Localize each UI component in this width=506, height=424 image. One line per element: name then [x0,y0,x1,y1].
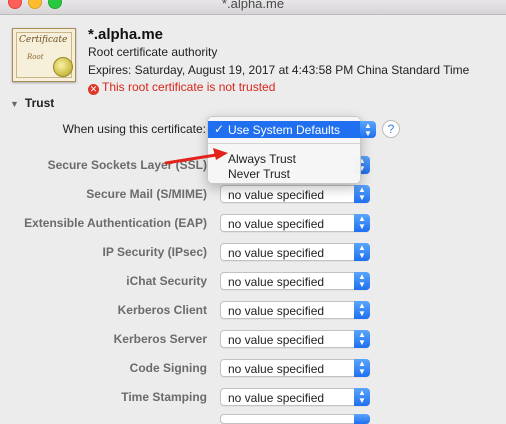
row-label-kerberos-server: Kerberos Server [113,332,207,346]
menu-item-never-trust[interactable]: Never Trust [208,165,360,182]
row-label-ichat: iChat Security [126,274,207,288]
stepper-icon: ▲ ▼ [354,214,370,232]
window-title: *.alpha.me [221,0,285,11]
checkmark-icon: ✓ [214,122,225,136]
smime-select[interactable]: no value specified ▲ ▼ [220,185,370,203]
stepper-icon: ▲ ▼ [360,121,376,138]
next-select-partial[interactable] [220,414,370,424]
stepper-icon: ▲ ▼ [354,301,370,319]
seal-icon [53,57,73,77]
eap-select[interactable]: no value specified ▲ ▼ [220,214,370,232]
help-button[interactable]: ? [382,120,400,138]
time-stamping-select[interactable]: no value specified ▲ ▼ [220,388,370,406]
row-label-ssl: Secure Sockets Layer (SSL) [47,158,207,172]
kerberos-client-select[interactable]: no value specified ▲ ▼ [220,301,370,319]
kerberos-server-select[interactable]: no value specified ▲ ▼ [220,330,370,348]
certificate-name: *.alpha.me [88,26,164,43]
disclosure-triangle-icon: ▼ [10,99,19,109]
code-signing-select[interactable]: no value specified ▲ ▼ [220,359,370,377]
stepper-icon: ▲ ▼ [354,388,370,406]
stepper-icon: ▲ ▼ [354,330,370,348]
trust-warning-text: This root certificate is not trusted [102,80,276,94]
stepper-icon: ▲ ▼ [354,185,370,203]
certificate-icon: Certificate Root [12,28,76,82]
row-label-ipsec: IP Security (IPsec) [102,245,208,259]
menu-separator [208,143,360,144]
row-label-code-signing: Code Signing [129,361,207,375]
row-label-time-stamping: Time Stamping [121,390,207,404]
row-label-kerberos-client: Kerberos Client [117,303,207,317]
help-icon: ? [387,122,395,136]
error-icon: ✕ [88,84,99,95]
stepper-icon: ▲ ▼ [354,243,370,261]
menu-item-use-system-defaults[interactable]: ✓ Use System Defaults ▲ ▼ [208,121,376,138]
title-bar: *.alpha.me [0,0,506,15]
when-using-dropdown-menu[interactable]: ✓ Use System Defaults ▲ ▼ Always Trust Ne… [207,116,376,184]
certificate-expiry: Expires: Saturday, August 19, 2017 at 4:… [88,63,470,77]
ichat-select[interactable]: no value specified ▲ ▼ [220,272,370,290]
row-label-eap: Extensible Authentication (EAP) [24,216,207,230]
when-using-label: When using this certificate: [62,122,206,136]
certificate-type: Root certificate authority [88,45,218,59]
stepper-icon: ▲ ▼ [354,359,370,377]
ipsec-select[interactable]: no value specified ▲ ▼ [220,243,370,261]
row-label-smime: Secure Mail (S/MIME) [86,187,207,201]
trust-section-label: Trust [24,96,55,110]
trust-warning: ✕ This root certificate is not trusted [88,80,275,95]
trust-section-toggle[interactable]: ▼ Trust [10,96,54,110]
stepper-icon: ▲ ▼ [354,272,370,290]
stepper-icon [354,414,370,424]
